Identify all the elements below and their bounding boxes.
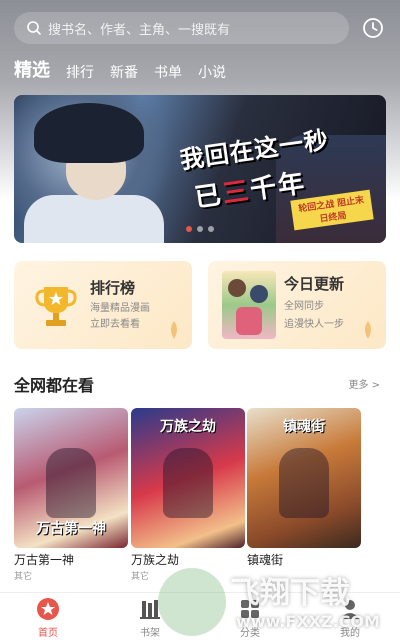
today-update-card[interactable]: 今日更新 全网同步 追漫快人一步	[208, 261, 386, 349]
tab-new-releases[interactable]: 新番	[110, 62, 138, 82]
banner-dot[interactable]	[186, 226, 192, 232]
comic-cover-title: 万古第一神	[36, 521, 106, 537]
search-icon	[27, 21, 41, 35]
banner-character-hair	[34, 103, 144, 163]
today-update-title: 今日更新	[284, 275, 345, 293]
nav-item-home[interactable]: 首页	[18, 597, 78, 639]
comic-cover[interactable]: 镇魂街	[247, 408, 361, 548]
search-placeholder: 搜书名、作者、主角、一搜既有	[48, 22, 231, 38]
comic-tag: 其它	[14, 572, 33, 582]
today-update-line2: 追漫快人一步	[284, 319, 344, 330]
more-link[interactable]: 更多 >	[348, 376, 380, 391]
site-watermark: 飞翔下载 www.FXXZ.COM	[150, 560, 400, 644]
tab-ranking[interactable]: 排行	[66, 62, 94, 82]
featured-banner[interactable]: 我回在这一秒 已三千年 轮回之战 阻止末日终局	[14, 95, 386, 243]
watermark-url: www.FXXZ.COM	[236, 612, 380, 631]
today-update-thumbnail	[222, 271, 276, 339]
nav-label-home: 首页	[38, 628, 58, 639]
search-bar[interactable]: 搜书名、作者、主角、一搜既有	[14, 12, 349, 44]
history-clock-icon[interactable]	[362, 17, 384, 39]
section-title: 全网都在看	[14, 376, 95, 395]
ranking-card-line1: 海量精品漫画	[90, 303, 150, 314]
banner-character-body	[24, 195, 164, 243]
watermark-logo	[158, 568, 226, 636]
ranking-card[interactable]: 排行榜 海量精品漫画 立即去看看	[14, 261, 192, 349]
comic-cover[interactable]: 万古第一神	[14, 408, 128, 548]
category-tabs: 精选 排行 新番 书单 小说	[14, 54, 226, 82]
banner-dot[interactable]	[208, 226, 214, 232]
comic-cover-title: 万族之劫	[160, 419, 216, 435]
tab-novels[interactable]: 小说	[198, 62, 226, 82]
today-update-line1: 全网同步	[284, 301, 324, 312]
comic-name[interactable]: 万古第一神	[14, 551, 74, 568]
comic-tag: 其它	[131, 572, 150, 582]
home-icon	[37, 598, 59, 620]
watermark-text: 飞翔下载	[230, 576, 350, 611]
banner-pagination	[186, 226, 214, 232]
ranking-card-title: 排行榜	[90, 279, 136, 297]
tab-featured[interactable]: 精选	[14, 56, 50, 82]
leaf-icon	[365, 321, 371, 339]
comic-cover[interactable]: 万族之劫	[131, 408, 245, 548]
ranking-card-line2: 立即去看看	[90, 319, 140, 330]
trophy-icon	[35, 287, 77, 326]
tab-booklists[interactable]: 书单	[154, 62, 182, 82]
leaf-icon	[171, 321, 177, 339]
comic-cover-title: 镇魂街	[283, 419, 325, 435]
banner-dot[interactable]	[197, 226, 203, 232]
